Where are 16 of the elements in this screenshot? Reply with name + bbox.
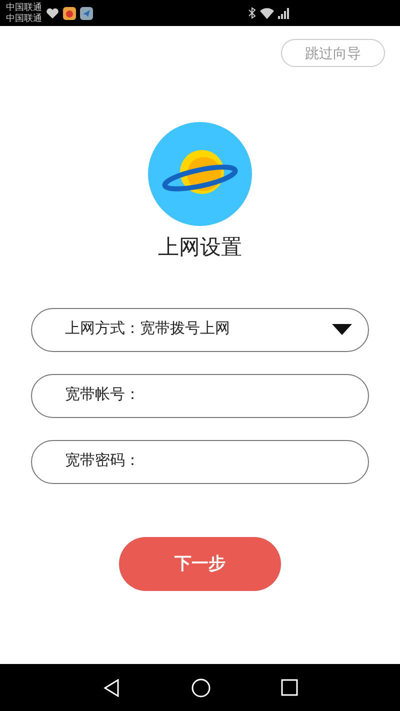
input-field[interactable]: 宽带密码： [31,440,369,484]
wifi-icon [260,8,274,18]
send-icon [80,6,93,20]
bluetooth-icon [248,7,256,19]
page-title: 上网设置 [158,235,242,261]
connection-type-select[interactable]: 上网方式：宽带拨号上网 [31,308,369,352]
carrier-label: 中国联通 [6,2,42,13]
signal-icon [278,8,290,18]
planet-icon [148,122,252,226]
input-field[interactable]: 宽带帐号： [31,374,369,418]
back-icon[interactable] [102,678,120,696]
app-icon [63,6,76,20]
home-icon[interactable] [190,678,210,698]
recent-apps-icon[interactable] [280,679,298,696]
carrier-label: 中国联通 [6,13,42,24]
caret-icon [332,324,352,335]
